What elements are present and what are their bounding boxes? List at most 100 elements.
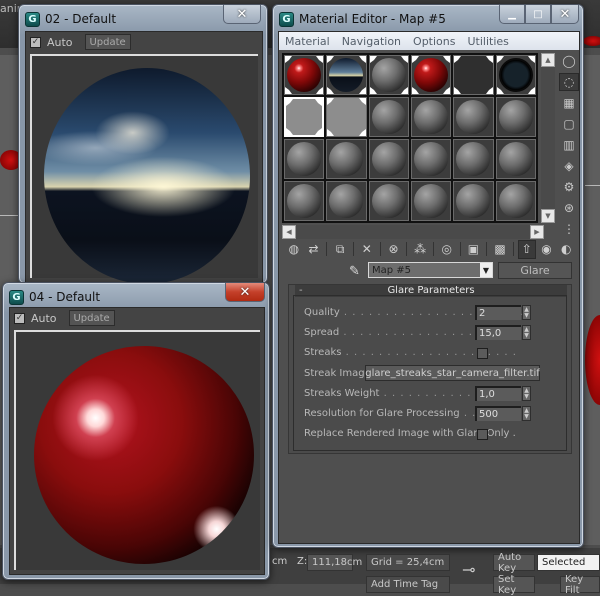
minimize-button[interactable]: ▁ [499,5,525,24]
material-slot[interactable] [495,139,536,179]
material-slot[interactable] [495,97,536,137]
auto-checkbox[interactable]: ✓ [30,36,41,48]
hot-material-corner [443,56,451,63]
backlight-icon[interactable]: ◌ [559,73,579,91]
selection-set-dropdown[interactable]: Selected [537,554,600,571]
auto-label: Auto [47,35,73,49]
streak-image-file-button[interactable]: glare_streaks_star_camera_filter.tif [365,365,540,381]
map-name-field[interactable]: Map #5 ▼ [368,262,493,278]
key-icon[interactable]: ⊸ [462,560,475,579]
update-button[interactable]: Update [84,34,131,50]
material-slot[interactable] [368,55,409,95]
quality-spinner-field[interactable]: 2 [475,305,521,320]
reset-map-icon[interactable]: ✕ [358,240,376,259]
add-time-tag-button[interactable]: Add Time Tag [366,576,450,593]
scroll-left-icon[interactable]: ◀ [282,225,296,239]
hot-material-corner [315,99,323,106]
material-slot[interactable] [410,139,452,179]
close-button[interactable]: ✕ [551,5,579,24]
hot-material-corner [496,87,504,94]
streaks-weight-spinner-field[interactable]: 1,0 [475,386,521,401]
toolbar-separator [406,242,408,256]
assign-to-selection-icon[interactable]: ⧉ [331,240,349,259]
hot-material-corner [454,87,462,94]
material-slot[interactable] [410,97,452,137]
material-slot[interactable] [284,97,325,137]
scroll-up-icon[interactable]: ▲ [541,53,555,67]
options-icon[interactable]: ⚙ [559,178,579,196]
quality-spinner-arrows[interactable]: ▲ ▼ [522,305,531,320]
sample-sphere [329,142,364,176]
streaks-weight-spinner-arrows[interactable]: ▲ ▼ [522,386,531,401]
hot-material-corner [411,56,419,63]
material-slot[interactable] [453,97,494,137]
resolution-spinner-field[interactable]: 500 [475,406,521,421]
slots-horizontal-scrollbar[interactable]: ◀ ▶ [282,225,544,239]
material-slot[interactable] [326,97,367,137]
material-slot[interactable] [495,55,536,95]
material-id-channel-icon[interactable]: ◎ [438,240,456,259]
resolution-spinner-arrows[interactable]: ▲ ▼ [522,406,531,421]
make-preview-icon[interactable]: ◈ [559,157,579,175]
go-forward-to-sibling-icon[interactable]: ◉ [538,240,556,259]
material-slot[interactable] [326,139,367,179]
maximize-button[interactable]: □ [525,5,551,24]
sample-sphere [414,100,449,134]
update-button[interactable]: Update [68,310,115,326]
material-slot[interactable] [410,181,452,221]
material-map-navigator-icon[interactable]: ⋮ [559,220,579,238]
menu-utilities[interactable]: Utilities [467,35,508,48]
hot-material-corner [527,87,535,94]
spread-spinner-field[interactable]: 15,0 [475,325,521,340]
sample-type-icon[interactable]: ◯ [559,52,579,70]
show-in-viewport-icon[interactable]: ▣ [465,240,483,259]
material-slot[interactable] [453,55,494,95]
material-slot[interactable] [368,97,409,137]
material-slot[interactable] [453,181,494,221]
material-slot[interactable] [368,139,409,179]
title-bar[interactable]: G Material Editor - Map #5 [279,10,446,28]
go-to-sibling-icon[interactable]: ◐ [557,240,575,259]
material-slot[interactable] [453,139,494,179]
close-button[interactable]: ✕ [225,283,265,302]
material-slot[interactable] [495,181,536,221]
go-to-parent-icon[interactable]: ⇧ [517,239,536,259]
chevron-down-icon[interactable]: ▼ [480,263,492,277]
replace-checkbox[interactable] [477,429,488,440]
menu-navigation[interactable]: Navigation [342,35,401,48]
menu-options[interactable]: Options [413,35,455,48]
auto-key-button[interactable]: Auto Key [493,552,535,574]
spread-spinner-arrows[interactable]: ▲ ▼ [522,325,531,340]
map-type-button[interactable]: Glare [498,262,572,279]
make-unique-icon[interactable]: ⊗ [385,240,403,259]
sample-uv-tiling-icon[interactable]: ▢ [559,115,579,133]
title-bar[interactable]: G 04 - Default [9,288,100,306]
put-to-library-icon[interactable]: ⁂ [411,240,429,259]
material-slot[interactable] [284,181,325,221]
background-icon[interactable]: ▦ [559,94,579,112]
material-slot[interactable] [410,55,452,95]
material-slot[interactable] [368,181,409,221]
auto-checkbox[interactable]: ✓ [14,312,25,324]
title-bar[interactable]: G 02 - Default [25,10,116,28]
material-slot[interactable] [284,139,325,179]
close-button[interactable]: ✕ [223,5,261,24]
material-slot[interactable] [284,55,325,95]
menu-material[interactable]: Material [285,35,330,48]
set-key-button[interactable]: Set Key [493,574,535,596]
material-slot[interactable] [326,181,367,221]
put-to-scene-icon[interactable]: ⇄ [305,240,323,259]
video-color-check-icon[interactable]: ▥ [559,136,579,154]
coord-z-field[interactable]: 111,18cm [307,554,362,571]
eyedropper-icon[interactable]: ✎ [349,264,360,279]
select-by-material-icon[interactable]: ⊛ [559,199,579,217]
material-editor-body: ▲ ▼ ◀ ▶ ◯ ◌ ▦ ▢ ▥ ◈ ⚙ ⊛ ⋮ ◍ ⇄ ⧉ ✕ ⊗ ⁂ ◎ ▣ ▩ ⇧ ◉ ◐ ✎ Map #5 … [279,50,579,543]
key-filters-button[interactable]: Key Filt [560,574,600,596]
get-material-icon[interactable]: ◍ [285,240,303,259]
scroll-down-icon[interactable]: ▼ [541,209,555,223]
material-slot[interactable] [326,55,367,95]
streaks-checkbox[interactable] [477,348,488,359]
slots-vertical-scrollbar[interactable]: ▲ ▼ [541,53,555,223]
show-end-result-icon[interactable]: ▩ [491,240,509,259]
scroll-right-icon[interactable]: ▶ [530,225,544,239]
